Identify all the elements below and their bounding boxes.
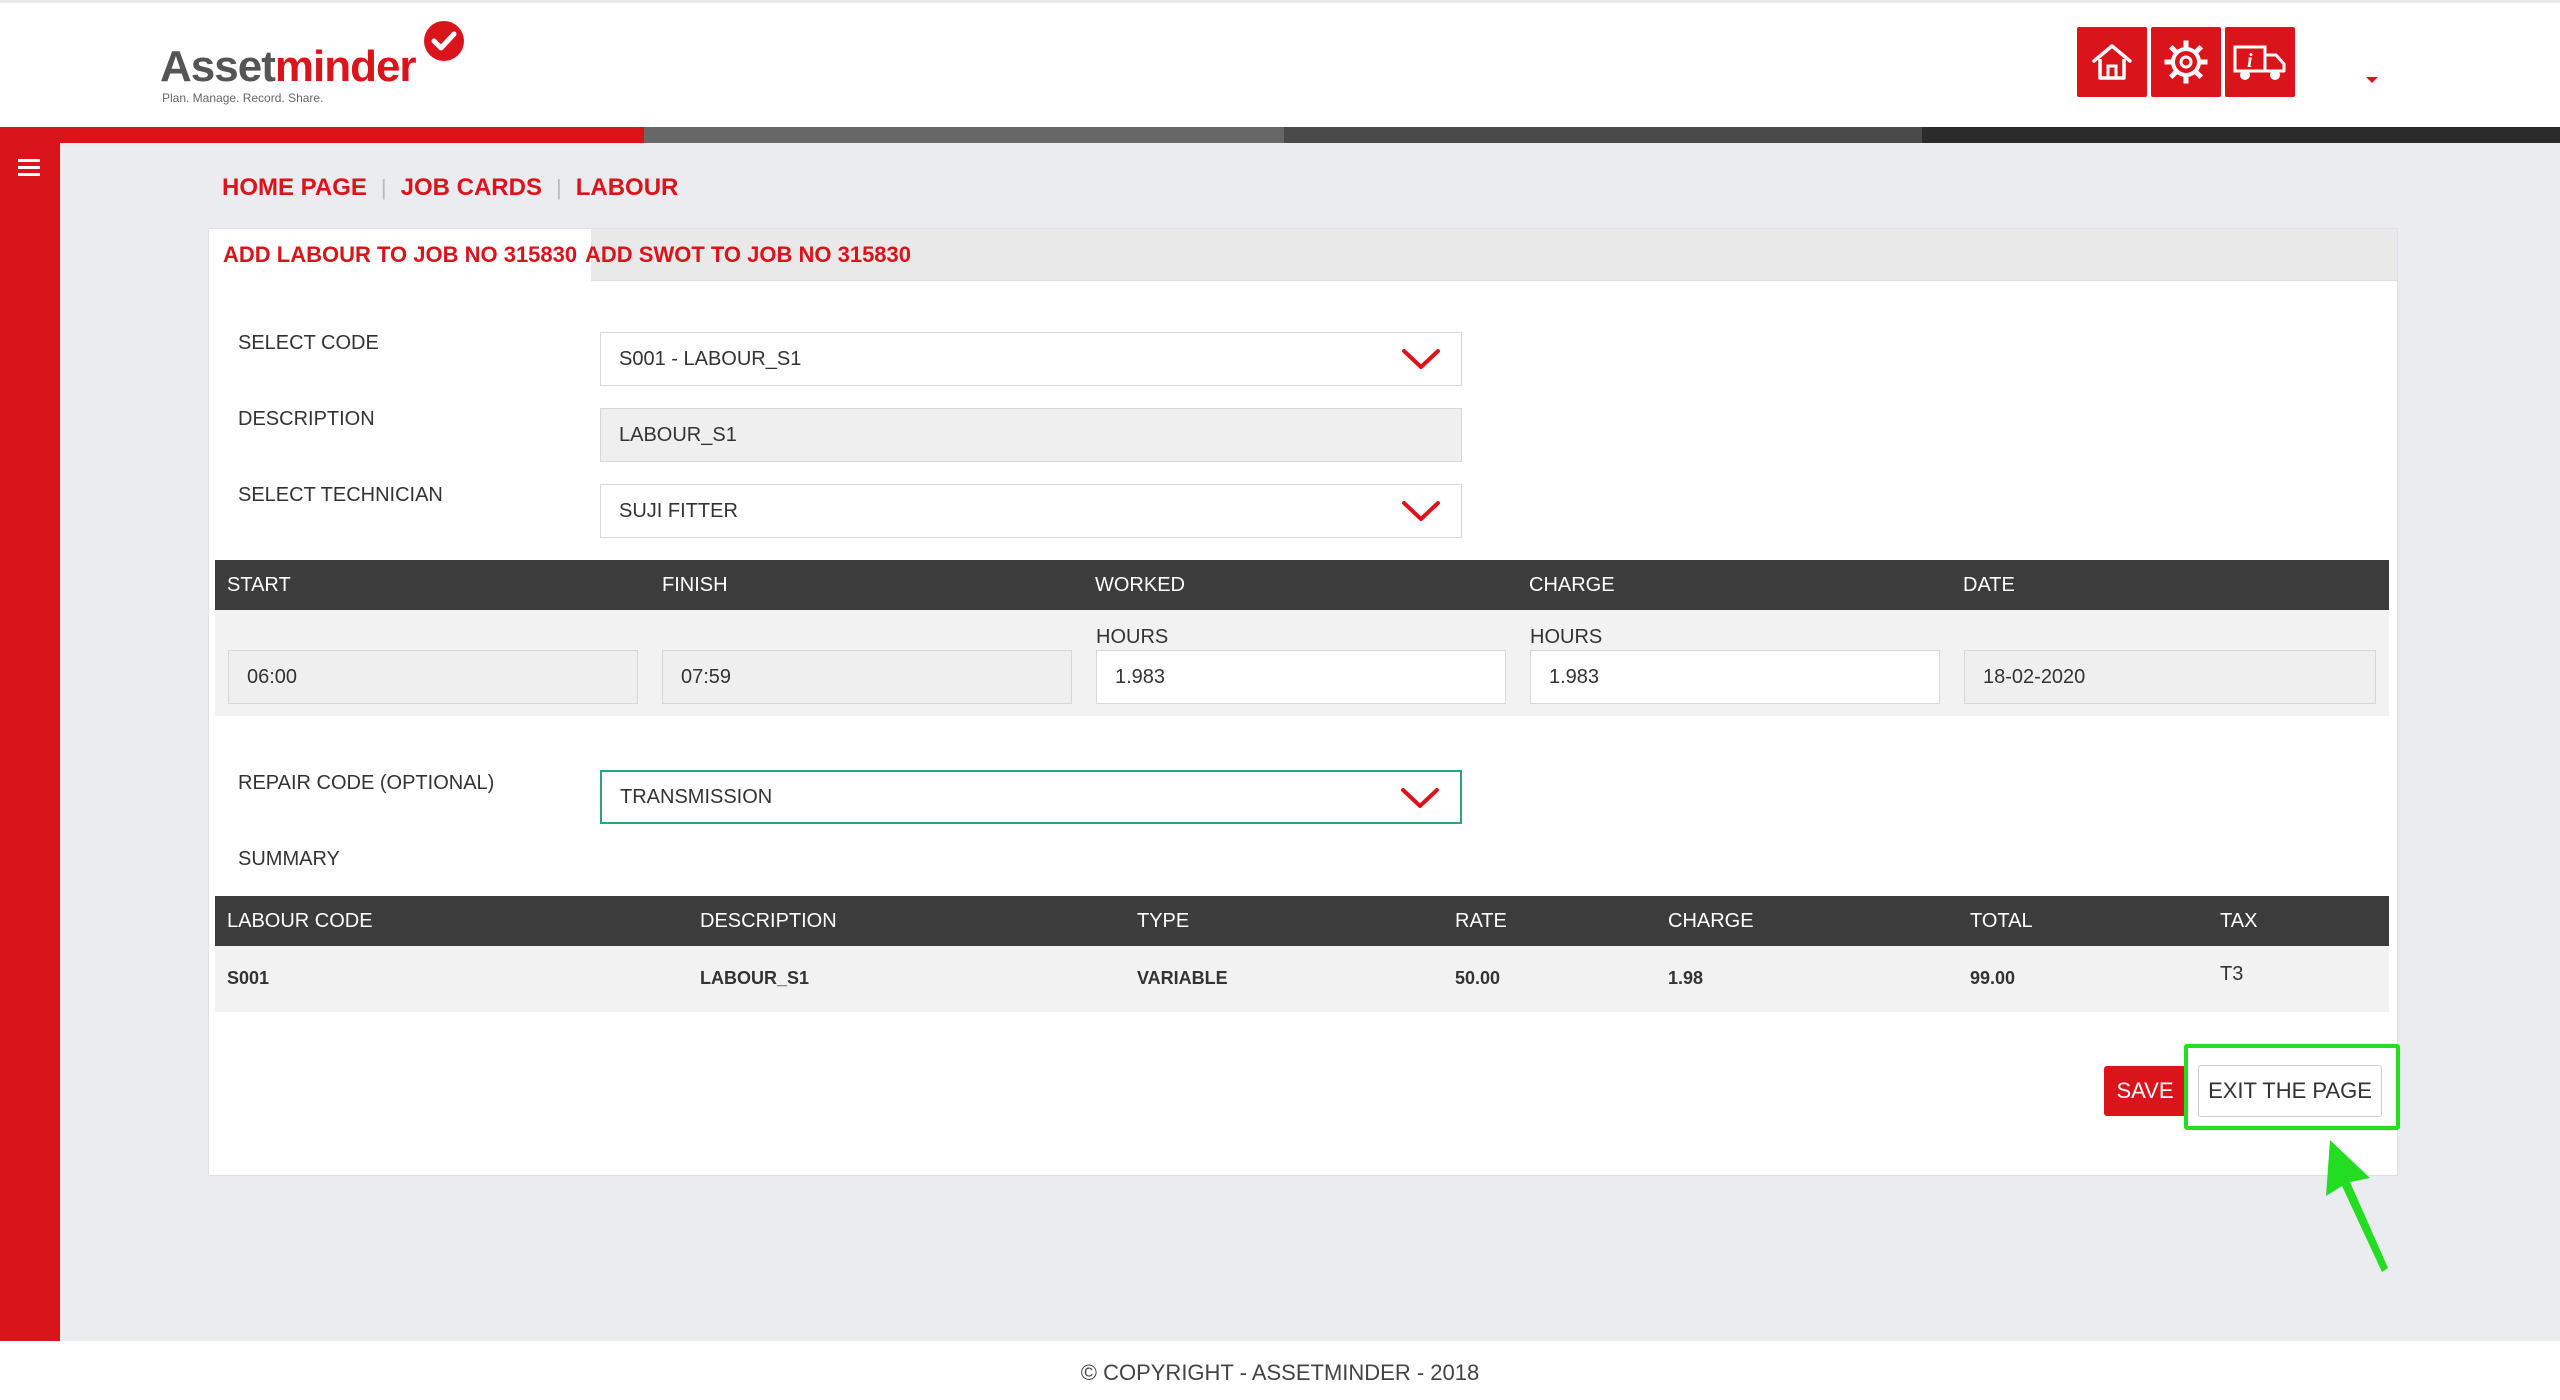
breadcrumb-separator: | (555, 175, 562, 200)
home-icon (2092, 44, 2132, 80)
select-technician-dropdown[interactable]: SUJI FITTER (600, 484, 1462, 538)
breadcrumb-labour-link[interactable]: LABOUR (576, 174, 679, 202)
worked-hours-input[interactable]: 1.983 (1096, 650, 1506, 704)
row-charge: 1.98 (1668, 968, 1704, 988)
description-field: LABOUR_S1 (600, 408, 1462, 462)
charge-hours-label: HOURS (1530, 626, 1603, 648)
app-header: Assetminder Plan. Manage. Record. Share. (0, 3, 2560, 127)
select-code-dropdown[interactable]: S001 - LABOUR_S1 (600, 332, 1462, 386)
repair-code-dropdown[interactable]: TRANSMISSION (600, 770, 1462, 824)
table-row: S001 LABOUR_S1 VARIABLE 50.00 1.98 99.00… (215, 946, 2389, 1012)
exit-button-highlight (2184, 1044, 2400, 1130)
vehicle-info-button[interactable]: i (2225, 27, 2295, 97)
row-tax: T3 (2220, 963, 2244, 985)
assetminder-logo[interactable]: Assetminder Plan. Manage. Record. Share. (160, 21, 480, 105)
summary-label: SUMMARY (238, 848, 340, 870)
checkmark-icon (424, 21, 464, 61)
chevron-down-icon (1402, 349, 1440, 369)
select-technician-value: SUJI FITTER (619, 500, 738, 522)
save-button[interactable]: SAVE (2104, 1066, 2186, 1116)
header-rate: RATE (1455, 910, 1507, 932)
select-code-value: S001 - LABOUR_S1 (619, 348, 802, 370)
header-total: TOTAL (1970, 910, 2033, 932)
hamburger-menu-icon[interactable] (18, 159, 40, 177)
header-strip-dark (1284, 127, 1922, 143)
tab-add-labour[interactable]: ADD LABOUR TO JOB NO 315830 (209, 229, 592, 281)
select-technician-label: SELECT TECHNICIAN (238, 484, 443, 506)
worked-hours-label: HOURS (1096, 626, 1169, 648)
tab-add-swot[interactable]: ADD SWOT TO JOB NO 315830 (571, 229, 925, 281)
header-strip-black (1922, 127, 2560, 143)
chevron-down-icon (1402, 501, 1440, 521)
time-table-header: START FINISH WORKED CHARGE DATE (215, 560, 2389, 610)
header-finish: FINISH (662, 574, 728, 596)
chevron-down-icon (1401, 788, 1439, 808)
footer: © COPYRIGHT - ASSETMINDER - 2018 (0, 1341, 2560, 1400)
header-start: START (227, 574, 291, 596)
header-worked: WORKED (1095, 574, 1185, 596)
summary-table-header: LABOUR CODE DESCRIPTION TYPE RATE CHARGE… (215, 896, 2389, 946)
svg-text:i: i (2247, 50, 2253, 72)
charge-hours-input[interactable]: 1.983 (1530, 650, 1940, 704)
description-label: DESCRIPTION (238, 408, 375, 430)
header-charge: CHARGE (1668, 910, 1754, 932)
header-type: TYPE (1137, 910, 1190, 932)
tab-bar: ADD LABOUR TO JOB NO 315830 ADD SWOT TO … (209, 229, 2397, 281)
home-button[interactable] (2077, 27, 2147, 97)
copyright-text: © COPYRIGHT - ASSETMINDER - 2018 (1080, 1360, 1480, 1385)
row-total: 99.00 (1970, 968, 2016, 988)
repair-code-label: REPAIR CODE (OPTIONAL) (238, 772, 495, 794)
breadcrumb-home-link[interactable]: HOME PAGE (222, 174, 367, 202)
select-code-label: SELECT CODE (238, 332, 379, 354)
repair-code-value: TRANSMISSION (620, 786, 773, 808)
row-type: VARIABLE (1137, 968, 1228, 988)
header-strip-grey (644, 127, 1284, 143)
header-strip-red (0, 127, 644, 143)
logo-text-minder: minder (274, 42, 417, 91)
user-menu-caret-icon[interactable] (2366, 77, 2378, 83)
header-labour-code: LABOUR CODE (227, 910, 373, 932)
logo-tagline: Plan. Manage. Record. Share. (162, 91, 324, 105)
finish-time-field: 07:59 (662, 650, 1072, 704)
settings-icon (2164, 40, 2208, 84)
sidebar (0, 143, 60, 1341)
truck-info-icon: i (2233, 45, 2286, 80)
header-description: DESCRIPTION (700, 910, 837, 932)
row-description: LABOUR_S1 (700, 968, 810, 988)
header-charge: CHARGE (1529, 574, 1615, 596)
pointer-arrow-icon (2326, 1140, 2388, 1272)
row-labour-code: S001 (227, 968, 270, 988)
breadcrumb-job-cards-link[interactable]: JOB CARDS (401, 174, 542, 202)
logo-text-asset: Asset (160, 42, 276, 91)
settings-button[interactable] (2151, 27, 2221, 97)
breadcrumb: HOME PAGE | JOB CARDS | LABOUR (222, 172, 678, 204)
header-date: DATE (1963, 574, 2015, 596)
breadcrumb-separator: | (380, 175, 387, 200)
start-time-field: 06:00 (228, 650, 638, 704)
header-tax: TAX (2220, 910, 2258, 932)
row-rate: 50.00 (1455, 968, 1501, 988)
date-field: 18-02-2020 (1964, 650, 2376, 704)
